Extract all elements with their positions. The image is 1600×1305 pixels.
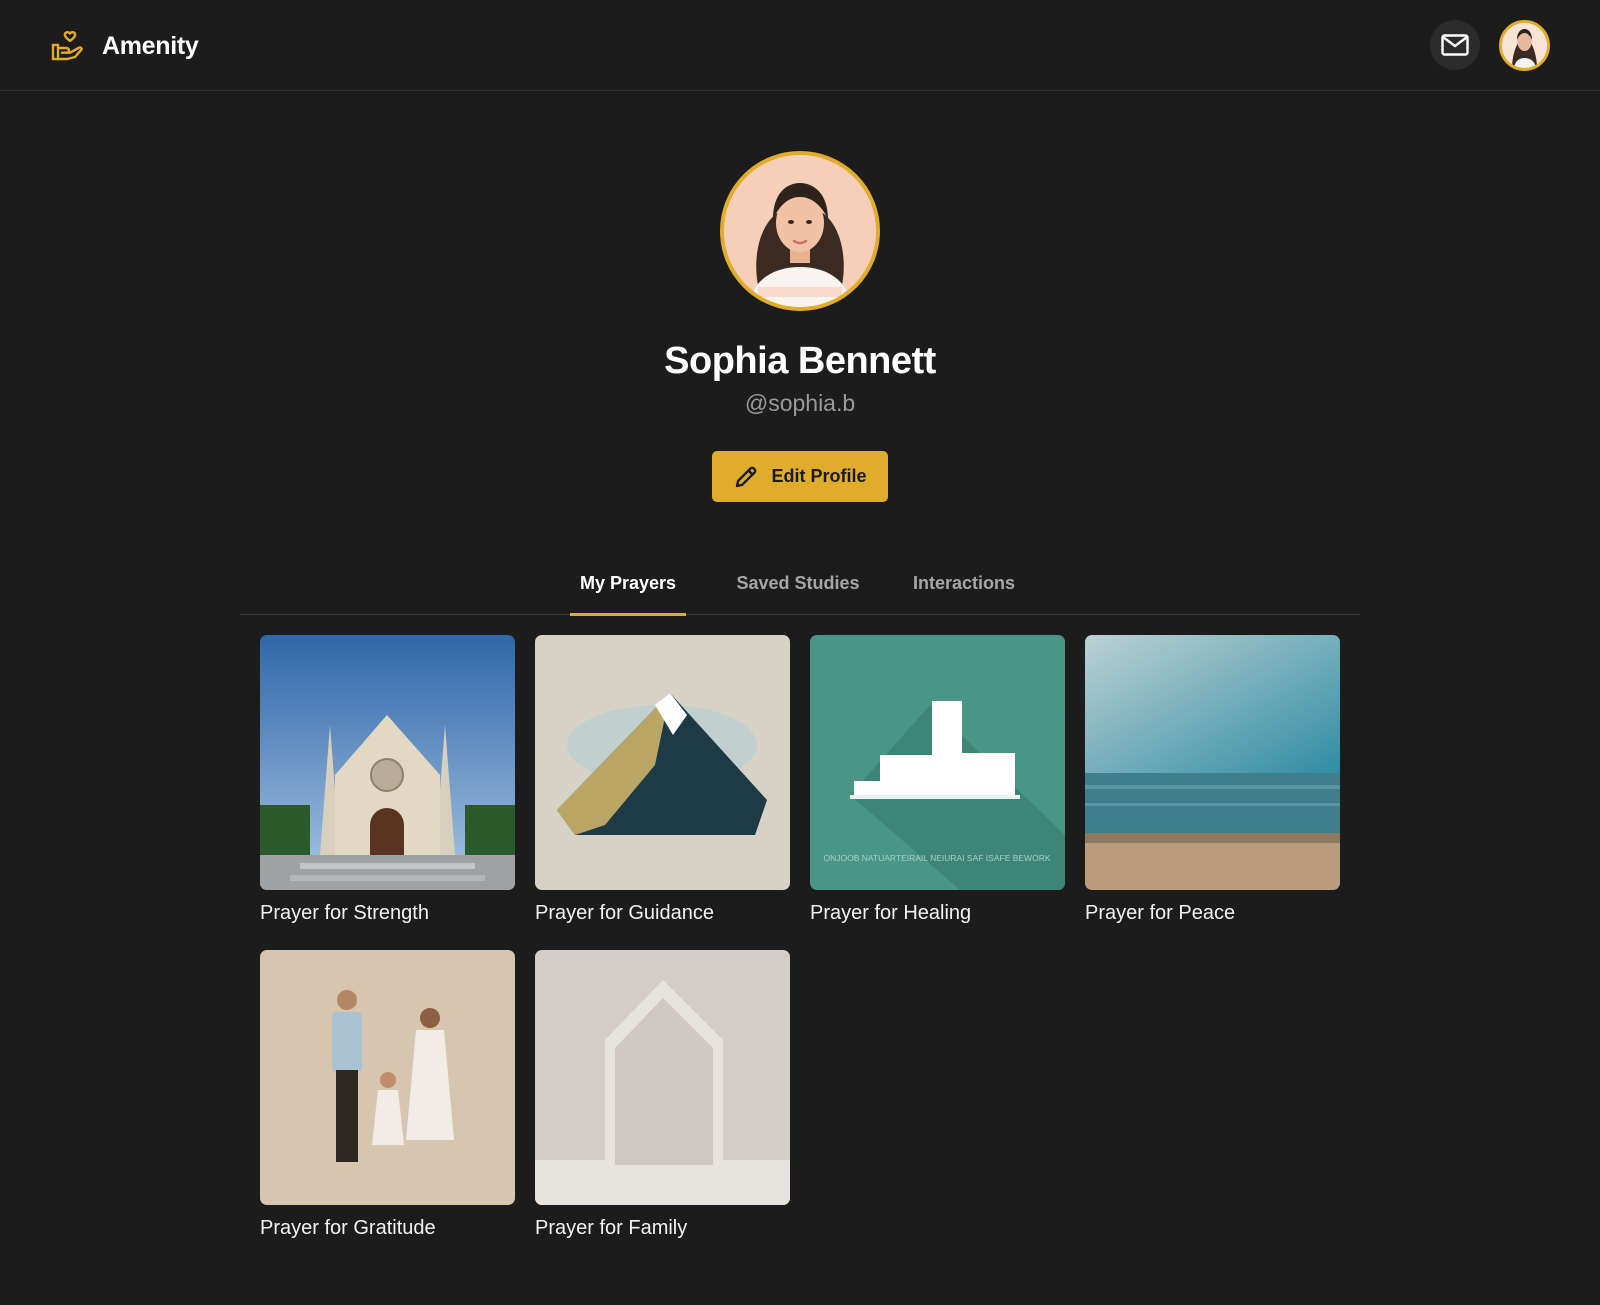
mail-icon <box>1441 34 1469 56</box>
prayer-title: Prayer for Healing <box>810 902 972 924</box>
prayer-card[interactable]: Prayer for Family <box>535 950 790 1240</box>
prayer-title: Prayer for Gratitude <box>260 1217 436 1239</box>
user-avatar[interactable] <box>1499 20 1550 71</box>
edit-profile-label: Edit Profile <box>771 466 867 486</box>
house-image <box>535 950 790 1205</box>
profile-portrait <box>724 155 876 307</box>
hand-heart-icon <box>51 30 83 61</box>
prayer-card[interactable]: Prayer for Gratitude <box>260 950 515 1240</box>
building-image: ONJOOB NATUARTEIRAIL NEIURAI SAF ISAFE B… <box>810 635 1065 890</box>
avatar-portrait <box>1502 23 1547 68</box>
church-image <box>260 635 515 890</box>
profile-name: Sophia Bennett <box>664 340 936 382</box>
prayer-card[interactable]: ONJOOB NATUARTEIRAIL NEIURAI SAF ISAFE B… <box>810 635 1065 925</box>
tab-saved-studies[interactable]: Saved Studies <box>730 573 866 615</box>
messages-button[interactable] <box>1430 20 1480 70</box>
tab-my-prayers[interactable]: My Prayers <box>570 573 686 616</box>
edit-profile-button[interactable]: Edit Profile <box>712 451 888 502</box>
profile-tabs: My Prayers Saved Studies Interactions <box>240 563 1360 616</box>
prayer-card[interactable]: Prayer for Peace <box>1085 635 1340 925</box>
pencil-icon <box>736 466 757 487</box>
top-navigation-bar: Amenity <box>0 0 1600 91</box>
prayer-title: Prayer for Peace <box>1085 902 1236 924</box>
app-name: Amenity <box>102 31 199 60</box>
prayer-card[interactable]: Prayer for Strength <box>260 635 515 925</box>
prayer-title: Prayer for Family <box>535 1217 688 1239</box>
family-image <box>260 950 515 1205</box>
prayer-card[interactable]: Prayer for Guidance <box>535 635 790 925</box>
prayer-title: Prayer for Guidance <box>535 902 714 924</box>
profile-handle: @sophia.b <box>744 390 856 416</box>
mountain-image <box>535 635 790 890</box>
prayer-title: Prayer for Strength <box>260 902 429 924</box>
brand[interactable]: Amenity <box>50 26 199 66</box>
sea-image <box>1085 635 1340 890</box>
profile-avatar <box>720 151 880 311</box>
tab-interactions[interactable]: Interactions <box>906 573 1022 615</box>
building-caption: ONJOOB NATUARTEIRAIL NEIURAI SAF ISAFE B… <box>823 853 1050 863</box>
